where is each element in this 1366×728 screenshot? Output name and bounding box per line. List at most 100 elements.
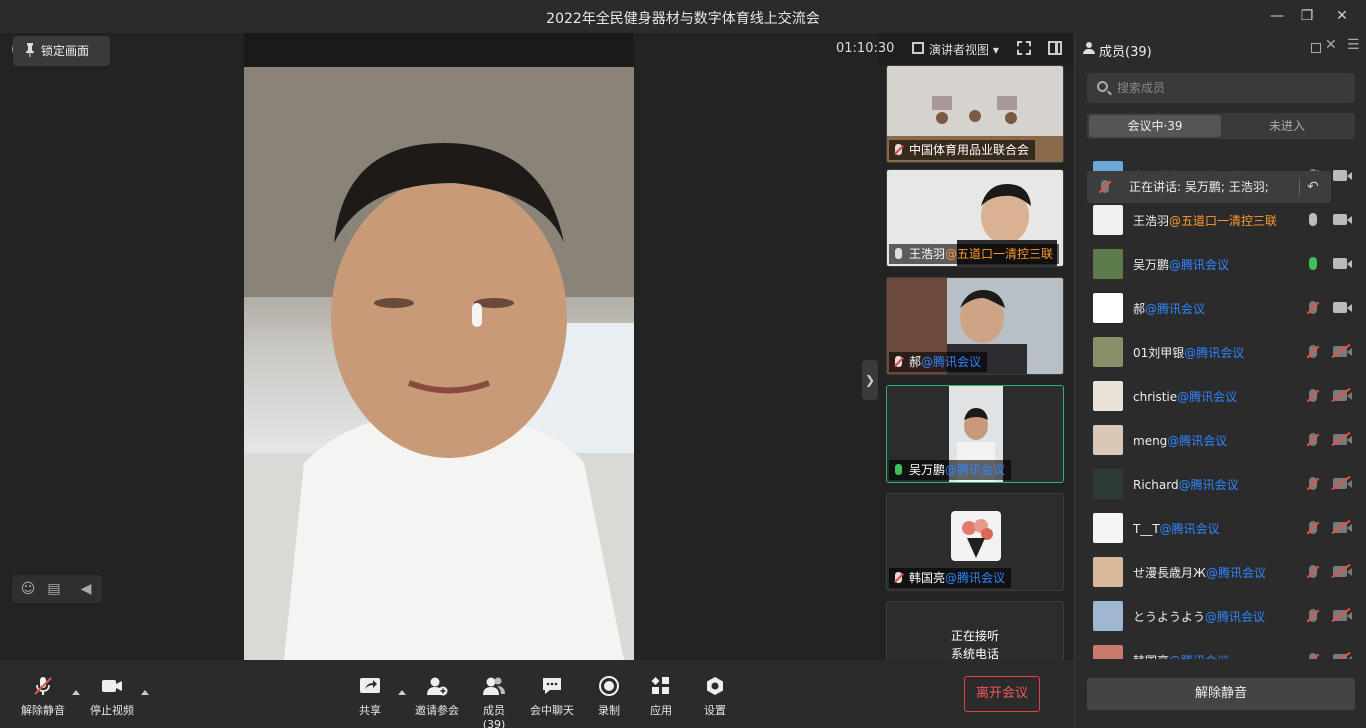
camera-icon (102, 680, 122, 692)
avatar (1093, 513, 1123, 543)
member-row[interactable]: Richard@腾讯会议 (1075, 463, 1366, 507)
camera-off-icon[interactable] (1333, 478, 1352, 489)
member-row[interactable]: christie@腾讯会议 (1075, 375, 1366, 419)
add-user-icon (427, 677, 448, 696)
toggle-sidebar-icon[interactable] (1048, 41, 1062, 55)
thumbnail-label: 郝@腾讯会议 (889, 352, 988, 372)
mic-muted-icon[interactable] (1309, 521, 1317, 534)
member-list: 中国体育用品业联合会王浩羽@五道口一清控三联吴万鹏@腾讯会议郝@腾讯会议01刘甲… (1075, 155, 1366, 659)
member-row[interactable]: T__T@腾讯会议 (1075, 507, 1366, 551)
member-row[interactable]: とうようよう@腾讯会议 (1075, 595, 1366, 639)
member-name: せ漫長歳月Ж@腾讯会议 (1133, 566, 1266, 580)
thumbnail-tile[interactable]: 郝@腾讯会议 (886, 277, 1064, 375)
collapse-left-icon[interactable]: ◀ (78, 581, 94, 597)
mic-icon[interactable] (1309, 257, 1317, 270)
fullscreen-icon[interactable] (1017, 41, 1031, 55)
mic-muted-icon[interactable] (1101, 180, 1109, 193)
member-row[interactable]: 韩国亮@腾讯会议 (1075, 639, 1366, 659)
camera-off-icon[interactable] (1333, 434, 1352, 445)
camera-off-icon[interactable] (1333, 390, 1352, 401)
speaking-indicator: 正在讲话: 吴万鹏; 王浩羽; ↶ (1087, 171, 1331, 203)
speaker-video[interactable] (244, 33, 634, 660)
mic-muted-icon (895, 144, 902, 155)
unmute-button[interactable]: 解除静音 (20, 676, 66, 718)
member-name: Richard@腾讯会议 (1133, 478, 1239, 492)
member-search-input[interactable] (1117, 73, 1347, 103)
mic-muted-icon[interactable] (1309, 433, 1317, 446)
mic-muted-icon[interactable] (1309, 609, 1317, 622)
unmute-options-caret[interactable] (72, 690, 80, 695)
collapse-thumbnails-icon[interactable]: ❯ (862, 360, 878, 400)
mic-muted-icon[interactable] (1309, 345, 1317, 358)
gear-icon (707, 677, 723, 695)
member-row[interactable]: 01刘甲银@腾讯会议 (1075, 331, 1366, 375)
leave-meeting-button[interactable]: 离开会议 (964, 676, 1040, 712)
comment-icon[interactable]: ▤ (46, 581, 62, 597)
camera-icon[interactable] (1333, 302, 1352, 313)
chat-button[interactable]: 会中聊天 (529, 676, 575, 718)
video-thumbnails: 中国体育用品业联合会 王浩羽@五道口一清控三联 郝@腾讯会议 吴万鹏@腾讯会议 … (878, 65, 1074, 660)
minimize-icon[interactable]: — (1266, 6, 1288, 26)
settings-button[interactable]: 设置 (702, 676, 728, 718)
thumbnail-tile-active[interactable]: 吴万鹏@腾讯会议 (886, 385, 1064, 483)
mic-muted-icon[interactable] (1309, 301, 1317, 314)
members-button[interactable]: 成员(39) (472, 676, 516, 728)
view-mode-dropdown[interactable]: 演讲者视图 ▾ (912, 41, 999, 58)
thumbnail-label: 王浩羽@五道口一清控三联 (889, 244, 1060, 264)
unmute-all-button[interactable]: 解除静音 (1087, 678, 1355, 710)
restore-icon[interactable]: ❐ (1296, 6, 1318, 26)
thumbnail-tile[interactable]: 韩国亮@腾讯会议 (886, 493, 1064, 591)
stop-video-button[interactable]: 停止视频 (88, 676, 136, 718)
tab-in-meeting[interactable]: 会议中·39 (1089, 115, 1221, 137)
apps-button[interactable]: 应用 (648, 676, 674, 718)
popout-icon[interactable] (1311, 43, 1321, 53)
camera-off-icon[interactable] (1333, 522, 1352, 533)
chevron-down-icon: ▾ (992, 43, 999, 57)
member-row[interactable]: せ漫長歳月Ж@腾讯会议 (1075, 551, 1366, 595)
member-row[interactable]: 郝@腾讯会议 (1075, 287, 1366, 331)
camera-off-icon[interactable] (1333, 346, 1352, 357)
camera-off-icon[interactable] (1333, 566, 1352, 577)
panel-menu-icon[interactable]: ☰ (1347, 37, 1360, 53)
pin-icon (26, 43, 34, 57)
share-options-caret[interactable] (398, 690, 406, 695)
camera-off-icon[interactable] (1333, 610, 1352, 621)
members-panel-header: 成员(39) (1083, 41, 1152, 60)
avatar (1093, 293, 1123, 323)
mic-muted-icon (895, 572, 902, 583)
member-name: 吴万鹏@腾讯会议 (1133, 258, 1230, 272)
share-button[interactable]: 共享 (356, 676, 384, 718)
emoji-icon[interactable]: ☺ (20, 581, 36, 597)
tab-not-joined[interactable]: 未进入 (1221, 115, 1353, 137)
member-row[interactable]: 吴万鹏@腾讯会议 (1075, 243, 1366, 287)
avatar (1093, 205, 1123, 235)
thumbnail-tile[interactable]: 王浩羽@五道口一清控三联 (886, 169, 1064, 267)
mic-muted-icon[interactable] (1309, 565, 1317, 578)
mic-icon[interactable] (1309, 213, 1317, 226)
thumbnail-tile[interactable]: 中国体育用品业联合会 (886, 65, 1064, 163)
member-row[interactable]: meng@腾讯会议 (1075, 419, 1366, 463)
avatar (1093, 645, 1123, 659)
camera-icon[interactable] (1333, 214, 1352, 225)
mic-muted-icon[interactable] (1309, 389, 1317, 402)
camera-icon[interactable] (1333, 170, 1352, 181)
mic-muted-icon[interactable] (1309, 477, 1317, 490)
record-button[interactable]: 录制 (597, 676, 621, 718)
thumbnail-label: 韩国亮@腾讯会议 (889, 568, 1012, 588)
layout-icon (912, 42, 924, 54)
invite-button[interactable]: 邀请参会 (414, 676, 460, 718)
camera-icon[interactable] (1333, 258, 1352, 269)
members-panel: 成员(39) ✕ ☰ 会议中·39 未进入 中国体育用品业联合会王浩羽@五道口一… (1074, 33, 1366, 728)
mic-muted-icon[interactable] (1309, 653, 1317, 659)
lock-view-button[interactable]: 锁定画面 (13, 36, 110, 66)
undo-icon[interactable]: ↶ (1307, 171, 1319, 203)
thumbnail-tile[interactable]: 正在接听 系统电话 (886, 601, 1064, 660)
video-options-caret[interactable] (141, 690, 149, 695)
close-panel-icon[interactable]: ✕ (1325, 37, 1337, 53)
member-row[interactable]: 王浩羽@五道口一清控三联 (1075, 199, 1366, 243)
record-icon (599, 676, 619, 696)
bottom-toolbar: 解除静音 停止视频 共享 邀请参会 成员(39) 会中聊天 录制 应用 设置 离… (0, 660, 1074, 728)
camera-off-icon[interactable] (1333, 654, 1352, 659)
avatar (1093, 601, 1123, 631)
close-icon[interactable]: ✕ (1331, 6, 1353, 26)
